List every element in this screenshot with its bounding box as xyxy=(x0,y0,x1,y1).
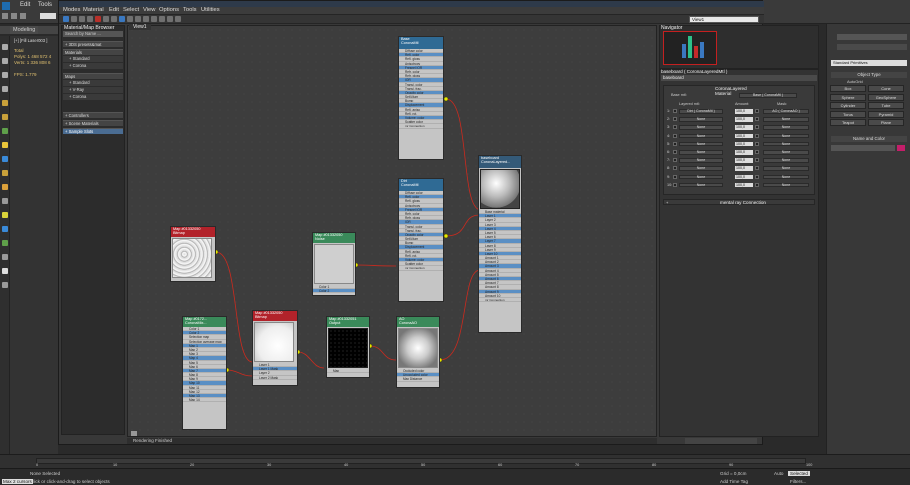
node-noise-map[interactable]: Map #01332050 Noise Color 1 Color 2 xyxy=(312,232,356,296)
node-base-slots: Diffuse color Refl. color Refl. gloss Aniso… xyxy=(399,49,443,125)
timeline-tick-label: 60 xyxy=(498,463,503,467)
create-teapot-button[interactable]: Teapot xyxy=(830,119,866,126)
node-ao-map[interactable]: AO CoronaAO Occluded color Unoccluded col… xyxy=(396,316,440,388)
selected-dropdown[interactable]: Selected xyxy=(788,471,810,476)
node-layered-mtl[interactable]: baseboard CoronaLayered... Base material… xyxy=(478,155,522,333)
object-color-swatch[interactable] xyxy=(897,145,905,151)
create-cylinder-button[interactable]: Cylinder xyxy=(830,102,866,109)
selection-status: None Selected xyxy=(30,471,61,476)
grid-readout: Grid = 0,0cm xyxy=(720,471,747,476)
create-pyramid-button[interactable]: Pyramid xyxy=(868,110,904,118)
node-composite-map[interactable]: Map #01332050 Bitmap Layer 1 Layer 1 Mask… xyxy=(252,310,298,386)
timeline-tick-label: 20 xyxy=(190,463,195,467)
wire-base-to-layered xyxy=(445,98,481,211)
prompt-text: Click or click-and-drag to select object… xyxy=(30,479,110,484)
create-cone-button[interactable]: Cone xyxy=(868,85,904,92)
timeline-tick-label: 100 xyxy=(806,463,813,467)
node-slot[interactable]: Map xyxy=(327,369,369,374)
node-composite-title[interactable]: Map #01332050 Bitmap xyxy=(253,311,297,321)
wire-noise-to-dirt xyxy=(355,264,397,267)
timeline-tick-label: 80 xyxy=(652,463,657,467)
node-composite-slots: Layer 1 Layer 1 Mask Layer 2 Layer 2 Mask xyxy=(253,363,297,380)
node-slot[interactable]: Max Distance xyxy=(397,377,439,382)
wire-dirt-to-layered xyxy=(445,214,481,237)
node-output-slots: Map xyxy=(327,369,369,374)
node-ao-title[interactable]: AO CoronaAO xyxy=(397,317,439,327)
node-slot[interactable]: Map 14 xyxy=(183,398,226,403)
ao-thumbnail xyxy=(398,328,438,368)
wire-mix-to-composite xyxy=(226,369,253,377)
output-thumbnail xyxy=(328,328,368,368)
add-time-tag[interactable]: Add Time Tag xyxy=(720,479,748,484)
node-mix-title[interactable]: Map #0172... CoronaMix... xyxy=(183,317,226,327)
name-color-rollout[interactable]: Name and Color xyxy=(831,136,907,142)
timeline-tick-label: 10 xyxy=(113,463,118,467)
key-filters-button[interactable]: Filters... xyxy=(790,479,806,484)
command-tabs[interactable] xyxy=(837,34,907,40)
autogrid-label[interactable]: AutoGrid xyxy=(847,79,863,84)
node-layered-slots: Base material Layer 1 Layer 2 Layer 3 Layer … xyxy=(479,210,521,298)
wire-composite-to-output xyxy=(297,351,325,369)
timeline[interactable]: 0 10 20 30 40 50 60 70 80 90 100 xyxy=(0,454,910,468)
primitive-type-dropdown[interactable]: Standard Primitives xyxy=(831,60,907,66)
object-type-rollout[interactable]: Object Type xyxy=(831,72,907,78)
app-window: Edit Tools Modeling [+] [Fill Laser003 ]… xyxy=(0,0,910,485)
node-ao-slots: Occluded color Unoccluded color Max Distan… xyxy=(397,369,439,382)
node-noise-slots: Color 1 Color 2 xyxy=(313,285,355,294)
status-bar: None Selected Click or click-and-drag to… xyxy=(0,468,910,485)
socket-dirt-out xyxy=(443,233,449,239)
create-sphere-button[interactable]: Sphere xyxy=(830,93,866,101)
node-base-footer: mr Connection xyxy=(399,124,443,129)
node-layered-footer: mr Connection xyxy=(479,298,521,303)
node-base-coronamtl[interactable]: Base CoronaMtl Diffuse color Refl. color R… xyxy=(398,36,444,160)
create-subtabs[interactable] xyxy=(837,44,907,50)
node-noise-title[interactable]: Map #01332050 Noise xyxy=(313,233,355,243)
node-bitmap-title[interactable]: Map #01332050 Bitmap xyxy=(171,227,215,237)
node-slot[interactable]: Color 2 xyxy=(313,289,355,294)
node-dirt-slots: Diffuse color Refl. color Refl. gloss Aniso… xyxy=(399,191,443,267)
timeline-tick-label: 70 xyxy=(575,463,580,467)
create-tube-button[interactable]: Tube xyxy=(868,102,904,109)
bitmap-thumbnail xyxy=(172,238,212,278)
node-dirt-footer: mr Connection xyxy=(399,266,443,271)
maxscript-listener[interactable]: Max 2 cursors xyxy=(2,479,33,484)
timeline-tick-label: 50 xyxy=(421,463,426,467)
node-dirt-title[interactable]: Dirt CoronaMtl xyxy=(399,179,443,191)
socket-base-out xyxy=(443,96,449,102)
create-plane-button[interactable]: Plane xyxy=(868,119,904,126)
wire-ao-to-layered xyxy=(439,269,481,361)
node-base-title[interactable]: Base CoronaMtl xyxy=(399,37,443,49)
timeline-tick-label: 90 xyxy=(729,463,734,467)
composite-thumbnail xyxy=(254,322,294,362)
node-mix-map[interactable]: Map #0172... CoronaMix... Color 1 Color 2… xyxy=(182,316,227,430)
wire-output-to-ao xyxy=(369,345,397,361)
layered-thumbnail xyxy=(480,169,520,209)
node-slot[interactable]: Layer 2 Mask xyxy=(253,376,297,380)
node-output-map[interactable]: Map #01332051 Output Map xyxy=(326,316,370,378)
node-mix-slots: Color 1 Color 2 Selection map Selection ave… xyxy=(183,327,226,403)
node-layered-title[interactable]: baseboard CoronaLayered... xyxy=(479,156,521,168)
noise-thumbnail xyxy=(314,244,354,284)
create-box-button[interactable]: Box xyxy=(830,85,866,92)
create-geosphere-button[interactable]: GeoSphere xyxy=(868,93,904,101)
node-dirt-coronamtl[interactable]: Dirt CoronaMtl Diffuse color Refl. color R… xyxy=(398,178,444,302)
timeline-tick-label: 30 xyxy=(267,463,272,467)
connection-wires xyxy=(213,96,481,377)
node-output-title[interactable]: Map #01332051 Output xyxy=(327,317,369,327)
create-torus-button[interactable]: Torus xyxy=(830,110,866,118)
object-name-input[interactable] xyxy=(831,145,895,151)
timeline-tick-label: 0 xyxy=(36,463,39,467)
timeline-tick-label: 40 xyxy=(344,463,349,467)
auto-key-button[interactable]: Auto xyxy=(774,471,783,476)
node-bitmap-map[interactable]: Map #01332050 Bitmap xyxy=(170,226,216,282)
